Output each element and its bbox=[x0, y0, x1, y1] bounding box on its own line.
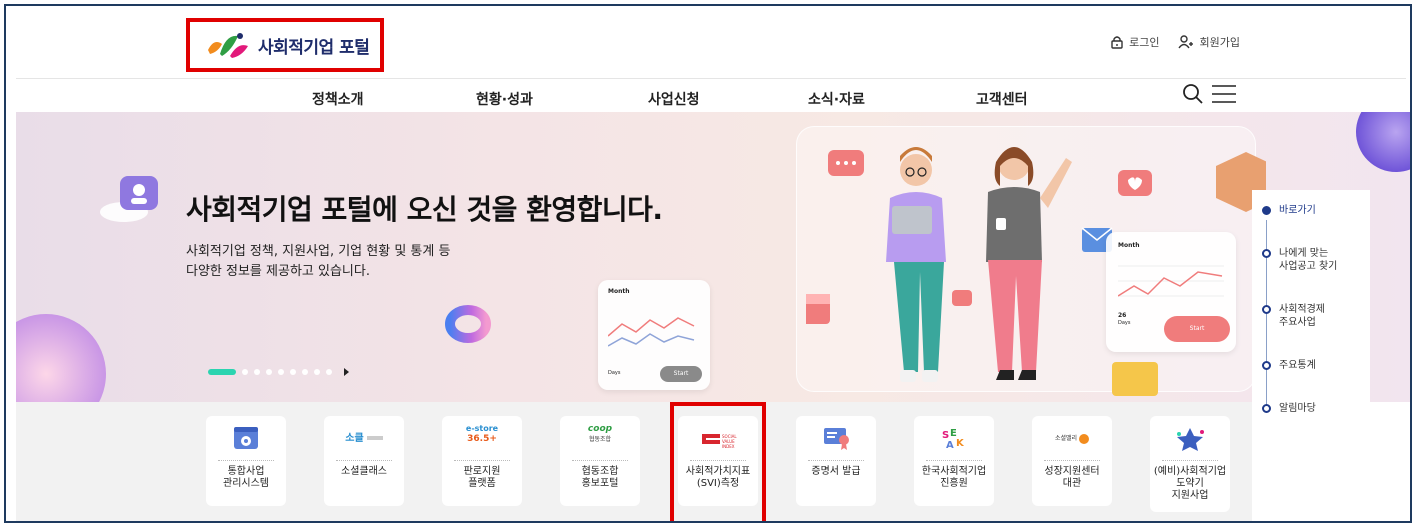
card-days-label: Days bbox=[608, 370, 621, 376]
quick-nav-main-business[interactable]: 사회적경제 주요사업 bbox=[1262, 303, 1360, 329]
service-sales-platform[interactable]: e-store 36.5+ 판로지원 플랫폼 bbox=[442, 416, 522, 506]
service-divider bbox=[1044, 460, 1100, 461]
quick-nav-circle-icon bbox=[1262, 404, 1271, 413]
chart-card-left: Month Days Start bbox=[598, 280, 710, 390]
slider-dot-active[interactable] bbox=[208, 369, 236, 375]
service-label: 협동조합 홍보포털 bbox=[581, 466, 619, 489]
service-label: 증명서 발급 bbox=[811, 466, 861, 477]
slider-dot[interactable] bbox=[278, 369, 284, 375]
quick-nav-shortcut[interactable]: 바로가기 bbox=[1262, 204, 1360, 217]
quick-nav-label: 주요통계 bbox=[1279, 360, 1316, 371]
service-label: 성장지원센터 대관 bbox=[1044, 466, 1100, 489]
quick-nav-label: 사회적경제 주요사업 bbox=[1279, 304, 1325, 328]
quick-nav-label: 알림마당 bbox=[1279, 403, 1316, 414]
hero-desc-line1: 사회적기업 정책, 지원사업, 기업 현황 및 통계 등 bbox=[186, 244, 451, 259]
service-coop-portal[interactable]: coop 협동조합 협동조합 홍보포털 bbox=[560, 416, 640, 506]
card-month-label: Month bbox=[608, 288, 630, 295]
hero-title: 사회적기업 포털에 오신 것을 환영합니다. bbox=[186, 193, 663, 226]
quick-nav-circle-icon bbox=[1262, 305, 1271, 314]
nav-item-apply[interactable]: 사업신청 bbox=[648, 89, 700, 109]
service-shortcuts: 통합사업 관리시스템 소클 소셜클래스 e-store 36.5+ 판로지원 플랫폼 … bbox=[16, 402, 1252, 521]
menu-icon[interactable] bbox=[1212, 84, 1236, 104]
mini-line-chart-right bbox=[1118, 265, 1224, 297]
certificate-icon bbox=[824, 428, 849, 450]
quick-nav-notice-board[interactable]: 알림마당 bbox=[1262, 402, 1360, 415]
hero-banner: 사회적기업 포털에 오신 것을 환영합니다. 사회적기업 정책, 지원사업, 기… bbox=[16, 112, 1410, 402]
site-logo[interactable]: 사회적기업 포털 bbox=[186, 18, 384, 72]
quick-nav-label: 바로가기 bbox=[1279, 205, 1316, 216]
quick-nav-circle-icon bbox=[1262, 361, 1271, 370]
service-integrated-system[interactable]: 통합사업 관리시스템 bbox=[206, 416, 286, 506]
slider-dot[interactable] bbox=[290, 369, 296, 375]
utility-nav: 로그인 회원가입 bbox=[1111, 34, 1240, 50]
service-label: 소셜클래스 bbox=[341, 466, 387, 477]
service-divider bbox=[808, 460, 864, 461]
service-label: 통합사업 관리시스템 bbox=[223, 466, 269, 489]
card-start-button: Start bbox=[660, 366, 702, 382]
service-certificate[interactable]: 증명서 발급 bbox=[796, 416, 876, 506]
slider-dot[interactable] bbox=[242, 369, 248, 375]
highlight-box bbox=[670, 402, 766, 521]
service-prelim-social-enterprise[interactable]: (예비)사회적기업 도약기 지원사업 bbox=[1150, 416, 1230, 512]
card-right-month-label: Month bbox=[1118, 242, 1140, 249]
slider-dot[interactable] bbox=[314, 369, 320, 375]
service-divider bbox=[218, 460, 274, 461]
service-label: (예비)사회적기업 도약기 지원사업 bbox=[1153, 466, 1227, 501]
site-header: 사회적기업 포털 로그인 회원가입 bbox=[6, 6, 1410, 78]
hero-desc-line2: 다양한 정보를 제공하고 있습니다. bbox=[186, 264, 370, 279]
play-icon[interactable] bbox=[344, 368, 349, 376]
service-growth-center[interactable]: 소셜밸리 성장지원센터 대관 bbox=[1032, 416, 1112, 506]
social-valley-logo: 소셜밸리 bbox=[1047, 426, 1097, 452]
logo-text: 사회적기업 포털 bbox=[258, 37, 370, 58]
slider-dot[interactable] bbox=[302, 369, 308, 375]
nav-item-support[interactable]: 고객센터 bbox=[976, 89, 1028, 109]
nav-item-news[interactable]: 소식·자료 bbox=[808, 89, 865, 109]
signup-link[interactable]: 회원가입 bbox=[1177, 34, 1240, 50]
service-kosea[interactable]: SEAK 한국사회적기업 진흥원 bbox=[914, 416, 994, 506]
quick-nav-dot-icon bbox=[1262, 206, 1271, 215]
lock-icon bbox=[1111, 36, 1123, 49]
social-class-logo: 소클 bbox=[344, 426, 384, 452]
slider-dot[interactable] bbox=[254, 369, 260, 375]
service-social-class[interactable]: 소클 소셜클래스 bbox=[324, 416, 404, 506]
quick-nav-label: 나에게 맞는 사업공고 찾기 bbox=[1279, 248, 1338, 272]
card-right-days: Days bbox=[1118, 320, 1131, 326]
card-right-num: 26 bbox=[1118, 312, 1127, 319]
quick-nav-find-notice[interactable]: 나에게 맞는 사업공고 찾기 bbox=[1262, 247, 1360, 273]
slider-dot[interactable] bbox=[266, 369, 272, 375]
service-divider bbox=[454, 460, 510, 461]
slider-pagination bbox=[208, 368, 349, 376]
kosea-logo: S EA K bbox=[942, 428, 965, 451]
logo-mark-icon bbox=[204, 28, 250, 62]
slider-dot[interactable] bbox=[326, 369, 332, 375]
svg-text:K: K bbox=[956, 438, 965, 449]
hero-description: 사회적기업 정책, 지원사업, 기업 현황 및 통계 등 다양한 정보를 제공하… bbox=[186, 242, 606, 282]
quick-nav-circle-icon bbox=[1262, 249, 1271, 258]
search-icon[interactable] bbox=[1182, 83, 1204, 105]
quick-nav-panel: 바로가기 나에게 맞는 사업공고 찾기 사회적경제 주요사업 주요통계 알림마당 bbox=[1252, 190, 1370, 448]
mini-line-chart bbox=[608, 317, 695, 347]
chart-card-right: Month 26 Days Start bbox=[1106, 232, 1236, 352]
service-label: 판로지원 플랫폼 bbox=[463, 466, 501, 489]
coop-logo: coop 협동조합 bbox=[587, 424, 613, 443]
service-label: 한국사회적기업 진흥원 bbox=[921, 466, 987, 489]
nav-item-policy[interactable]: 정책소개 bbox=[312, 89, 364, 109]
service-divider bbox=[336, 460, 392, 461]
login-label: 로그인 bbox=[1129, 36, 1160, 49]
star-logo bbox=[1177, 428, 1204, 451]
service-divider bbox=[1162, 460, 1218, 461]
service-divider bbox=[572, 460, 628, 461]
estore-logo: e-store 36.5+ bbox=[465, 424, 499, 444]
login-link[interactable]: 로그인 bbox=[1111, 34, 1160, 50]
nav-tools bbox=[1182, 83, 1236, 105]
quick-nav-statistics[interactable]: 주요통계 bbox=[1262, 359, 1360, 372]
card-right-start-button: Start bbox=[1164, 316, 1230, 342]
svg-text:A: A bbox=[946, 440, 954, 451]
add-user-icon bbox=[1177, 35, 1193, 49]
nav-item-status[interactable]: 현황·성과 bbox=[476, 89, 533, 109]
browser-frame: 사회적기업 포털 로그인 회원가입 정책소개 현황·성과 사업신청 소식·자료 … bbox=[4, 4, 1412, 523]
service-divider bbox=[926, 460, 982, 461]
gear-window-icon bbox=[234, 427, 258, 449]
signup-label: 회원가입 bbox=[1199, 36, 1240, 49]
